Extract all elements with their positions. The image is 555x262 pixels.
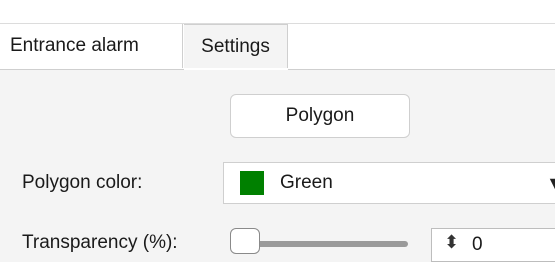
tab-divider-left bbox=[0, 69, 184, 70]
polygon-color-label: Polygon color: bbox=[22, 172, 143, 193]
transparency-label: Transparency (%): bbox=[22, 232, 178, 253]
transparency-slider-track[interactable] bbox=[236, 241, 408, 247]
tab-divider-right bbox=[288, 69, 555, 70]
transparency-slider-handle[interactable] bbox=[230, 228, 260, 254]
spin-arrows-icon[interactable]: ⬍ bbox=[444, 233, 459, 251]
transparency-spinbox[interactable]: ⬍ 0 bbox=[431, 228, 555, 262]
color-swatch bbox=[240, 171, 264, 195]
polygon-color-select[interactable]: Green ▼ bbox=[223, 162, 555, 204]
polygon-button-label: Polygon bbox=[285, 105, 355, 126]
tab-entrance-alarm[interactable]: Entrance alarm bbox=[0, 24, 183, 68]
dropdown-arrow-icon: ▼ bbox=[546, 173, 555, 194]
polygon-color-value: Green bbox=[280, 172, 333, 193]
tab-bar: Entrance alarm Settings bbox=[0, 24, 555, 70]
settings-panel: Entrance alarm Settings Polygon Polygon … bbox=[0, 0, 555, 262]
tab-entrance-alarm-label: Entrance alarm bbox=[10, 35, 139, 56]
tab-settings[interactable]: Settings bbox=[184, 24, 288, 68]
polygon-button[interactable]: Polygon bbox=[230, 94, 410, 138]
transparency-value: 0 bbox=[472, 234, 483, 255]
top-strip bbox=[0, 0, 555, 24]
tab-settings-label: Settings bbox=[201, 35, 270, 57]
